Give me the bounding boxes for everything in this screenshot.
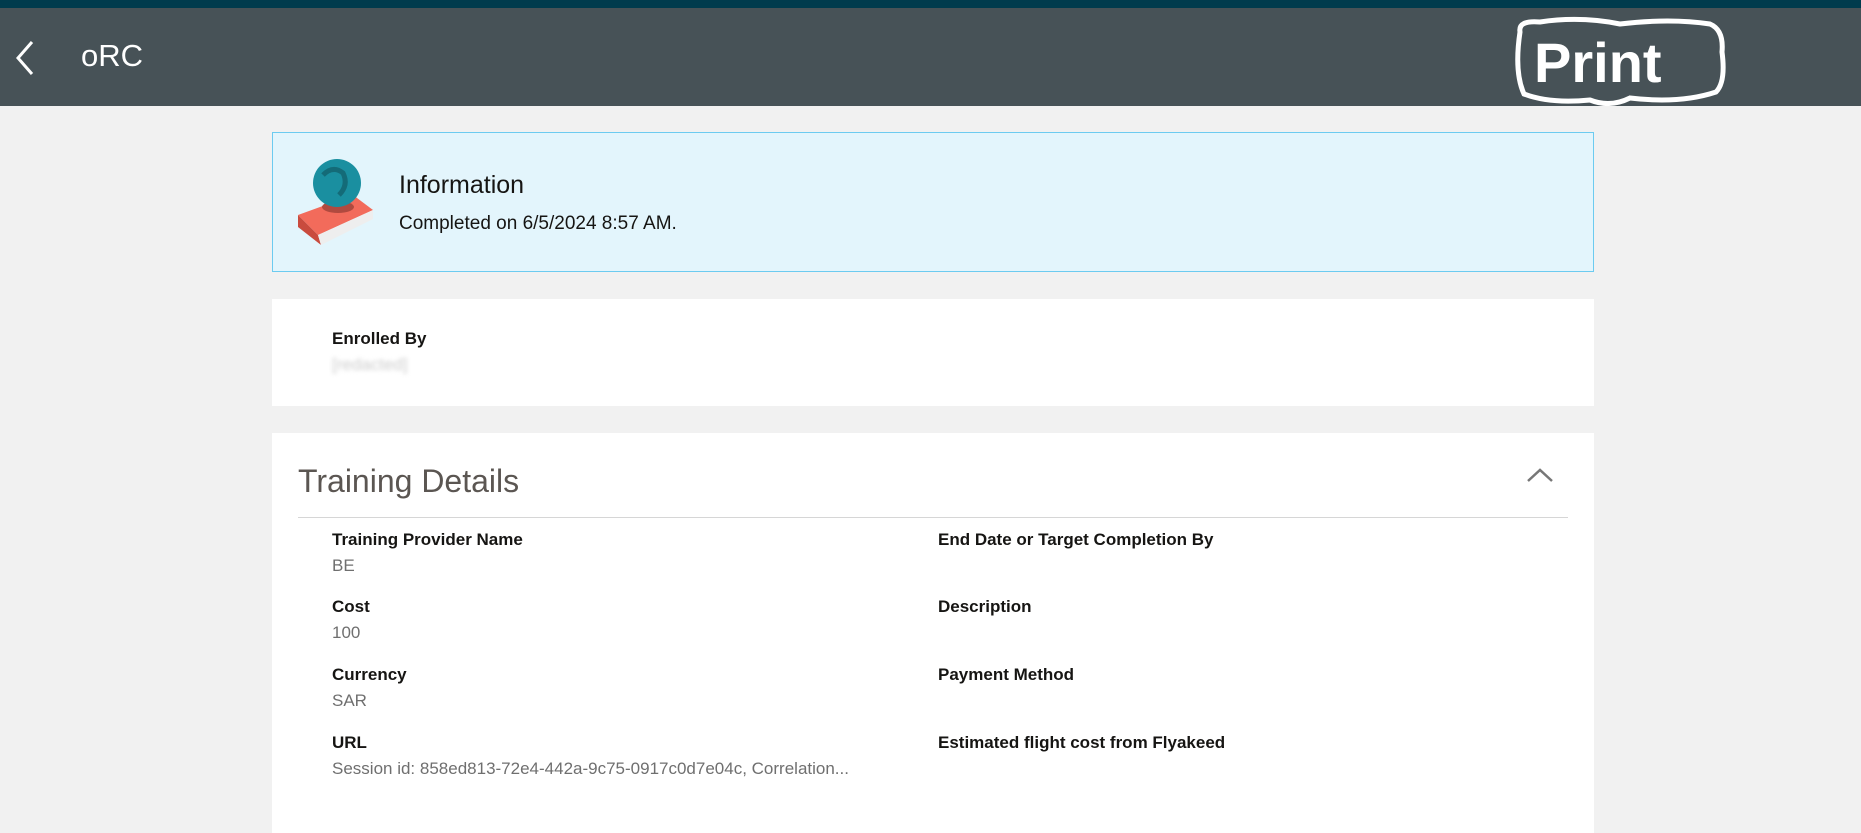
- field-label: URL: [332, 733, 367, 752]
- enrollment-card: Enrolled By [redacted]: [272, 299, 1594, 406]
- field-label: Estimated flight cost from Flyakeed: [938, 733, 1226, 752]
- print-handwritten-annotation: Print: [1515, 16, 1726, 106]
- field-label: Description: [938, 597, 1032, 616]
- chevron-left-icon[interactable]: [12, 36, 42, 80]
- url-value[interactable]: Session id: 858ed813-72e4-442a-9c75-0917…: [332, 759, 849, 779]
- chevron-up-icon[interactable]: [1522, 461, 1558, 491]
- app-header: oRC Print: [0, 8, 1861, 106]
- field-label: Training Provider Name: [332, 530, 523, 549]
- enrolled-by-value: [redacted]: [332, 355, 408, 374]
- enrolled-by-label: Enrolled By: [332, 329, 427, 348]
- field-label: Currency: [332, 665, 407, 684]
- info-message: Completed on 6/5/2024 8:57 AM.: [399, 213, 677, 234]
- field-value: 100: [332, 623, 361, 642]
- print-text: Print: [1534, 31, 1662, 94]
- field-label: End Date or Target Completion By: [938, 530, 1214, 549]
- page-title: oRC: [81, 38, 144, 73]
- information-banner: Information Completed on 6/5/2024 8:57 A…: [272, 132, 1594, 272]
- field-label: Cost: [332, 597, 370, 616]
- info-title: Information: [399, 171, 525, 199]
- field-value: BE: [332, 556, 355, 575]
- top-accent-bar: [0, 0, 1861, 8]
- training-details-section: Training Details Training Provider Name …: [272, 433, 1594, 833]
- globe-on-book-icon: [298, 159, 373, 245]
- field-value: SAR: [332, 691, 367, 710]
- field-label: Payment Method: [938, 665, 1075, 684]
- divider: [298, 517, 1568, 518]
- section-title: Training Details: [298, 463, 520, 499]
